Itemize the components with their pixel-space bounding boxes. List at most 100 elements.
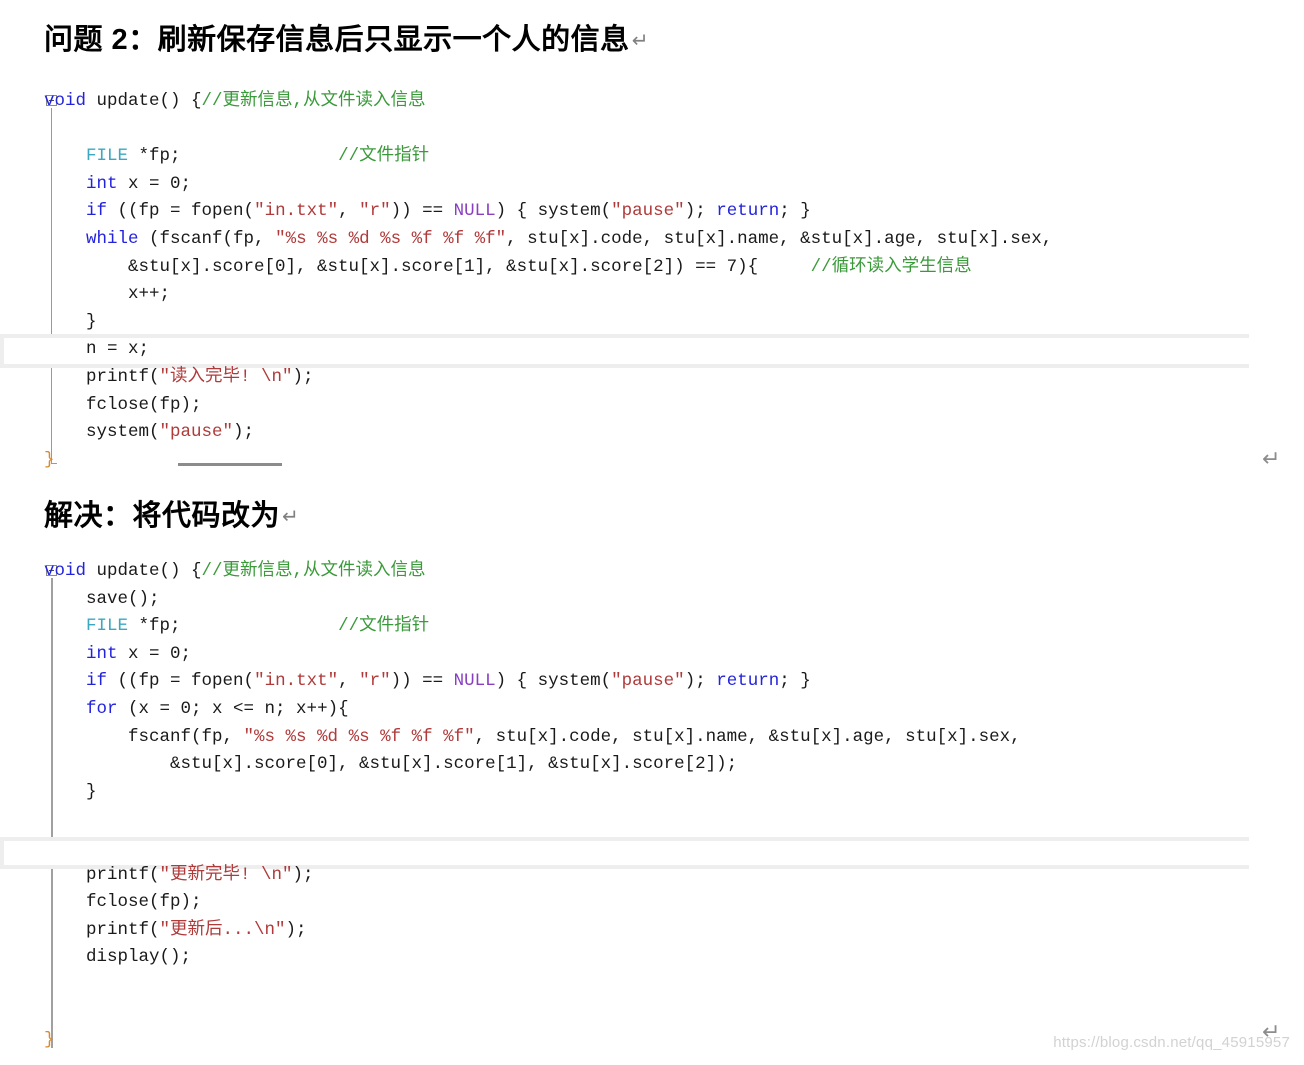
code-token-cmt: //更新信息,从文件读入信息 — [201, 91, 426, 111]
code-token-kw: void — [44, 561, 87, 581]
code-line[interactable]: } — [44, 447, 1052, 475]
code-line[interactable]: &stu[x].score[0], &stu[x].score[1], &stu… — [44, 254, 1052, 282]
code-line[interactable]: n = x; — [44, 336, 1052, 364]
code-token-kw: int — [86, 173, 118, 194]
code-line[interactable] — [44, 806, 1021, 834]
code-block-fixed[interactable]: void update() {//更新信息,从文件读入信息 save(); FI… — [44, 558, 1021, 1055]
page-title-solution: 解决：将代码改为 ↵ — [44, 492, 299, 534]
code-line[interactable]: } — [44, 1027, 1021, 1055]
code-line[interactable]: void update() {//更新信息,从文件读入信息 — [44, 88, 1052, 116]
code-token-plain: update() { — [86, 91, 202, 111]
code-token-plain: ) { system( — [495, 201, 612, 222]
code-token-plain: , — [338, 671, 360, 692]
code-token-macro: NULL — [453, 671, 496, 692]
code-line[interactable]: system("pause"); — [44, 419, 1052, 447]
code-line[interactable]: display(); — [44, 944, 1021, 972]
code-token-plain: (fscanf(fp, — [138, 228, 276, 249]
code-line[interactable]: printf("更新后...\n"); — [44, 917, 1021, 945]
code-token-plain: ); — [233, 422, 255, 443]
code-line[interactable]: for (x = 0; x <= n; x++){ — [44, 696, 1021, 724]
code-token-kw: return — [716, 671, 780, 692]
code-line[interactable]: fclose(fp); — [44, 392, 1052, 420]
page-title-problem: 问题 2：刷新保存信息后只显示一个人的信息 ↵ — [44, 16, 649, 58]
code-token-brace: } — [44, 1030, 55, 1051]
code-token-plain: x = 0; — [117, 173, 192, 194]
code-token-cmt: //文件指针 — [338, 616, 430, 637]
code-token-plain: )) == — [390, 201, 454, 222]
code-line[interactable]: } — [44, 309, 1052, 337]
code-line[interactable] — [44, 972, 1021, 1000]
code-line[interactable]: x++; — [44, 281, 1052, 309]
code-token-plain: save(); — [44, 588, 160, 609]
code-line[interactable] — [44, 1000, 1021, 1028]
code-token-plain: ); — [292, 366, 314, 387]
paragraph-return-icon: ↵ — [1262, 447, 1281, 472]
watermark-text: https://blog.csdn.net/qq_45915957 — [1053, 1034, 1290, 1051]
code-token-plain: , stu[x].code, stu[x].name, &stu[x].age,… — [506, 228, 1053, 249]
code-line[interactable]: } — [44, 779, 1021, 807]
code-line[interactable]: printf("更新完毕! \n"); — [44, 862, 1021, 890]
code-line[interactable] — [44, 116, 1052, 144]
code-token-plain: , — [338, 201, 360, 222]
code-token-plain: x++; — [44, 284, 171, 305]
code-token-macro: NULL — [453, 201, 496, 222]
code-line[interactable]: int x = 0; — [44, 171, 1052, 199]
code-token-plain: &stu[x].score[0], &stu[x].score[1], &stu… — [44, 754, 738, 775]
code-token-str: "r" — [359, 201, 391, 222]
code-token-plain: , stu[x].code, stu[x].name, &stu[x].age,… — [474, 726, 1021, 747]
code-line[interactable]: fscanf(fp, "%s %s %d %s %f %f %f", stu[x… — [44, 724, 1021, 752]
code-line[interactable]: save(); — [44, 586, 1021, 614]
code-line[interactable]: int x = 0; — [44, 641, 1021, 669]
code-line[interactable]: printf("读入完毕! \n"); — [44, 364, 1052, 392]
code-token-str: "in.txt" — [254, 671, 339, 692]
code-token-str: "读入完毕! \n" — [159, 366, 293, 387]
code-token-type: FILE — [86, 146, 129, 167]
code-line[interactable] — [44, 834, 1021, 862]
code-token-plain: fclose(fp); — [44, 394, 202, 415]
heading-problem-text: 问题 2：刷新保存信息后只显示一个人的信息 — [44, 24, 630, 56]
code-token-plain: system( — [44, 422, 160, 443]
code-token-plain: display(); — [44, 947, 192, 968]
code-token-str: "pause" — [611, 671, 685, 692]
code-token-cmt: //循环读入学生信息 — [810, 256, 972, 277]
code-token-plain: fscanf(fp, — [44, 726, 244, 747]
code-token-plain: n = x; — [44, 339, 150, 360]
code-token-plain: } — [44, 311, 97, 332]
code-line[interactable]: if ((fp = fopen("in.txt", "r")) == NULL)… — [44, 198, 1052, 226]
code-token-plain: ; } — [779, 201, 811, 222]
code-line[interactable]: if ((fp = fopen("in.txt", "r")) == NULL)… — [44, 668, 1021, 696]
code-block-original[interactable]: void update() {//更新信息,从文件读入信息 FILE *fp; … — [44, 88, 1052, 474]
code-token-str: "%s %s %d %s %f %f %f" — [243, 726, 475, 747]
code-token-kw: if — [86, 671, 108, 692]
code-line[interactable]: void update() {//更新信息,从文件读入信息 — [44, 558, 1021, 586]
code-token-plain: update() { — [86, 561, 202, 581]
code-token-kw: void — [44, 91, 87, 111]
code-line[interactable]: FILE *fp; //文件指针 — [44, 613, 1021, 641]
code-token-str: "r" — [359, 671, 391, 692]
code-token-brace: } — [44, 449, 55, 470]
code-token-cmt: //文件指针 — [338, 146, 430, 167]
code-token-cmt: //更新信息,从文件读入信息 — [201, 561, 426, 581]
code-line[interactable]: fclose(fp); — [44, 889, 1021, 917]
code-token-plain: fclose(fp); — [44, 892, 202, 913]
code-token-plain: ); — [684, 671, 717, 692]
code-token-plain: ; } — [779, 671, 811, 692]
code-token-kw: for — [86, 698, 118, 719]
code-token-plain: *fp; — [128, 146, 339, 167]
code-token-plain: printf( — [44, 864, 160, 885]
code-token-str: "pause" — [611, 201, 685, 222]
code-line[interactable]: FILE *fp; //文件指针 — [44, 143, 1052, 171]
code-token-plain: &stu[x].score[0], &stu[x].score[1], &stu… — [44, 256, 811, 277]
code-token-str: "更新后...\n" — [159, 919, 286, 940]
code-token-plain: ((fp = fopen( — [107, 201, 255, 222]
code-token-str: "更新完毕! \n" — [159, 864, 293, 885]
code-line[interactable]: while (fscanf(fp, "%s %s %d %s %f %f %f"… — [44, 226, 1052, 254]
code-line[interactable]: &stu[x].score[0], &stu[x].score[1], &stu… — [44, 751, 1021, 779]
